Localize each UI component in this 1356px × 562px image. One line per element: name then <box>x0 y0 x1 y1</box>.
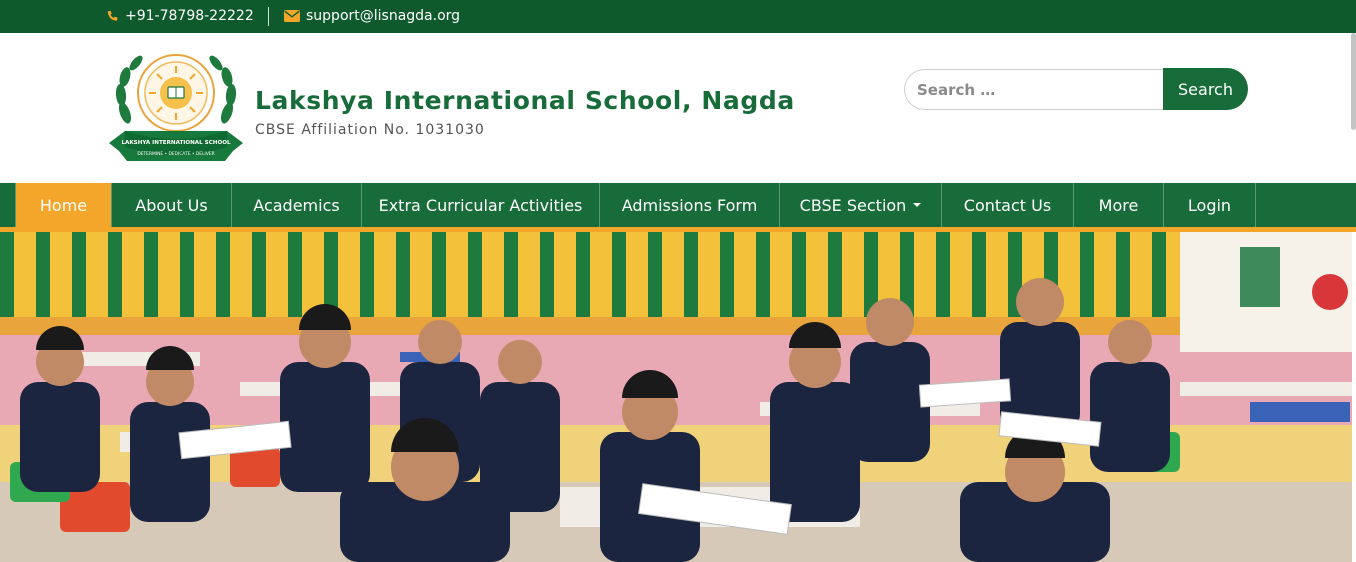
school-name[interactable]: Lakshya International School, Nagda <box>255 86 795 115</box>
svg-text:LAKSHYA INTERNATIONAL SCHOOL: LAKSHYA INTERNATIONAL SCHOOL <box>121 140 231 146</box>
nav-item-about-us[interactable]: About Us <box>112 183 232 227</box>
phone-icon <box>106 10 119 23</box>
topbar-divider <box>268 7 269 26</box>
search-button[interactable]: Search <box>1163 68 1248 110</box>
main-navigation: Home About Us Academics Extra Curricular… <box>0 183 1356 232</box>
nav-item-label: Contact Us <box>963 195 1052 215</box>
affiliation-text: CBSE Affiliation No. 1031030 <box>255 122 485 138</box>
hero-classroom-image <box>0 232 1352 562</box>
nav-item-label: About Us <box>135 195 208 215</box>
nav-item-cbse-section[interactable]: CBSE Section <box>780 183 942 227</box>
site-header: LAKSHYA INTERNATIONAL SCHOOL DETERMINE •… <box>0 33 1356 183</box>
contact-email[interactable]: support@lisnagda.org <box>284 8 460 24</box>
page-scrollbar[interactable] <box>1351 33 1356 130</box>
nav-item-login[interactable]: Login <box>1164 183 1256 227</box>
email-address: support@lisnagda.org <box>306 8 461 24</box>
nav-item-home[interactable]: Home <box>16 183 112 227</box>
search-input[interactable] <box>904 69 1166 110</box>
phone-number: +91-78798-22222 <box>125 8 254 24</box>
nav-item-extra-curricular[interactable]: Extra Curricular Activities <box>362 183 600 227</box>
envelope-icon <box>284 10 300 22</box>
school-logo[interactable]: LAKSHYA INTERNATIONAL SCHOOL DETERMINE •… <box>105 51 247 163</box>
nav-item-label: Admissions Form <box>621 195 758 215</box>
svg-text:DETERMINE • DEDICATE • DELIVER: DETERMINE • DEDICATE • DELIVER <box>137 151 214 157</box>
caret-down-icon <box>913 203 922 207</box>
nav-item-admissions-form[interactable]: Admissions Form <box>600 183 780 227</box>
nav-item-label: CBSE Section <box>799 195 907 215</box>
nav-item-label: Academics <box>253 195 340 215</box>
nav-item-label: More <box>1098 195 1139 215</box>
nav-item-academics[interactable]: Academics <box>232 183 362 227</box>
nav-item-label: Login <box>1187 195 1232 215</box>
nav-item-label: Extra Curricular Activities <box>378 195 583 215</box>
contact-phone[interactable]: +91-78798-22222 <box>106 8 254 24</box>
nav-item-contact-us[interactable]: Contact Us <box>942 183 1074 227</box>
top-contact-bar: +91-78798-22222 support@lisnagda.org <box>0 0 1356 33</box>
nav-item-label: Home <box>39 195 88 215</box>
nav-item-more[interactable]: More <box>1074 183 1164 227</box>
